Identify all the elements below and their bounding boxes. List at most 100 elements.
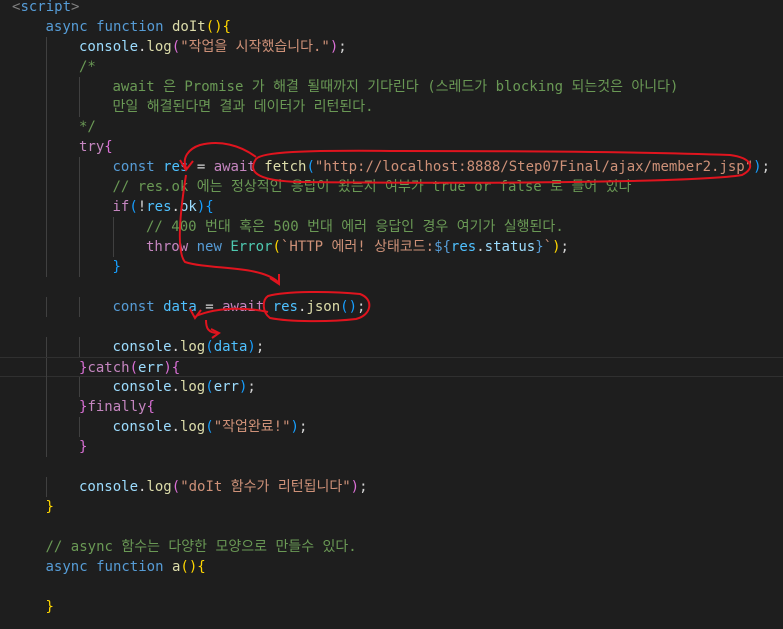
code-line[interactable]: try{ — [0, 137, 783, 157]
code-line[interactable]: 만일 해결된다면 결과 데이터가 리턴된다. — [0, 97, 783, 117]
code-token: ( — [129, 360, 139, 376]
code-token: ` — [543, 239, 553, 255]
code-token: . — [171, 199, 180, 215]
indent-guide — [45, 337, 47, 357]
code-line[interactable]: console.log("작업완료!"); — [0, 417, 783, 437]
indent-guide — [79, 157, 80, 177]
code-token: "doIt 함수가 리턴됩니다" — [180, 479, 351, 495]
code-token: { — [222, 19, 231, 35]
code-token: data — [213, 339, 248, 355]
indent-guide — [45, 137, 47, 157]
indent-guide — [45, 37, 47, 57]
code-token: ) — [329, 39, 339, 55]
code-token: ) — [753, 159, 762, 175]
code-line[interactable]: <script> — [0, 0, 783, 17]
code-line[interactable] — [0, 457, 783, 477]
code-line[interactable]: async function doIt(){ — [0, 17, 783, 37]
code-line[interactable]: async function a(){ — [0, 557, 783, 577]
code-line[interactable]: console.log(data); — [0, 337, 783, 357]
code-token: `HTTP 에러! 상태코드: — [280, 239, 435, 255]
code-token: ; — [357, 299, 366, 315]
code-line[interactable] — [0, 317, 783, 337]
code-line[interactable]: // res.ok 에는 정상적인 응답이 왔는지 여부가 true or fa… — [0, 177, 783, 197]
code-token: . — [171, 419, 180, 435]
indent-guide — [45, 97, 47, 117]
code-token: function — [96, 19, 164, 35]
code-line[interactable]: console.log("작업을 시작했습니다."); — [0, 37, 783, 57]
code-line[interactable]: // 400 번대 혹은 500 번대 에러 응답인 경우 여기가 실행된다. — [0, 217, 783, 237]
code-token: ) — [290, 419, 299, 435]
code-line[interactable]: } — [0, 437, 783, 457]
code-token: "http://localhost:8888/Step07Final/ajax/… — [314, 159, 754, 175]
code-token: log — [146, 479, 172, 495]
code-token: ( — [129, 199, 138, 215]
code-token: ; — [247, 379, 256, 395]
code-line[interactable]: */ — [0, 117, 783, 137]
indent-guide — [45, 397, 47, 417]
code-line[interactable]: const data = await res.json(); — [0, 297, 783, 317]
indent-guide — [45, 217, 47, 237]
code-token: status — [484, 239, 536, 255]
code-line[interactable]: const res = await fetch("http://localhos… — [0, 157, 783, 177]
code-line[interactable]: }catch(err){ — [0, 357, 783, 378]
code-token: // res.ok 에는 정상적인 응답이 왔는지 여부가 true or fa… — [112, 179, 632, 195]
indent-guide — [79, 77, 80, 97]
code-line[interactable]: } — [0, 597, 783, 617]
code-line[interactable] — [0, 517, 783, 537]
code-token: console — [79, 479, 139, 495]
indent-guide — [45, 377, 47, 397]
code-line[interactable]: } — [0, 497, 783, 517]
indent-guide — [79, 197, 80, 217]
code-line[interactable]: await 은 Promise 가 해결 될때까지 기다린다 (스레드가 blo… — [0, 77, 783, 97]
code-line[interactable]: console.log(err); — [0, 377, 783, 397]
code-line[interactable]: } — [0, 257, 783, 277]
code-token: . — [171, 379, 180, 395]
code-token: } — [79, 439, 88, 455]
code-line[interactable]: /* — [0, 57, 783, 77]
code-token: . — [171, 339, 180, 355]
code-token: const — [112, 299, 155, 315]
code-token: { — [197, 559, 206, 575]
code-token: script — [20, 0, 72, 15]
code-token: console — [112, 419, 172, 435]
code-token: { — [146, 399, 155, 415]
code-token: ) — [247, 339, 256, 355]
code-token: ; — [761, 159, 771, 175]
code-line[interactable]: throw new Error(`HTTP 에러! 상태코드:${res.sta… — [0, 237, 783, 257]
indent-guide — [79, 297, 80, 317]
indent-guide — [112, 217, 114, 237]
code-token: err — [138, 360, 164, 376]
code-line[interactable]: console.log("doIt 함수가 리턴됩니다"); — [0, 477, 783, 497]
code-token: ) — [196, 199, 206, 215]
code-token: ( — [205, 339, 214, 355]
code-token: ( — [306, 159, 315, 175]
code-token: try — [79, 139, 105, 155]
code-line[interactable]: }finally{ — [0, 397, 783, 417]
code-token: Error — [230, 239, 273, 255]
indent-guide — [45, 177, 47, 197]
indent-guide — [45, 257, 47, 277]
code-token: ) — [552, 239, 561, 255]
code-token: 만일 해결된다면 결과 데이터가 리턴된다. — [112, 99, 374, 115]
code-token: } — [535, 239, 544, 255]
code-token: ( — [205, 419, 214, 435]
code-line[interactable]: if(!res.ok){ — [0, 197, 783, 217]
code-token: // async 함수는 다양한 모양으로 만들수 있다. — [45, 539, 357, 555]
code-line[interactable] — [0, 277, 783, 297]
code-token: ) — [163, 360, 172, 376]
code-line[interactable]: // async 함수는 다양한 모양으로 만들수 있다. — [0, 537, 783, 557]
code-token: ; — [298, 419, 308, 435]
code-token: data — [163, 299, 197, 315]
code-editor[interactable]: <script> async function doIt(){console.lo… — [0, 0, 783, 629]
code-token: ; — [560, 239, 569, 255]
code-token: ; — [359, 479, 368, 495]
code-token: "작업을 시작했습니다." — [180, 39, 330, 55]
indent-guide — [45, 117, 47, 137]
code-line[interactable] — [0, 577, 783, 597]
code-token: ! — [137, 199, 147, 215]
